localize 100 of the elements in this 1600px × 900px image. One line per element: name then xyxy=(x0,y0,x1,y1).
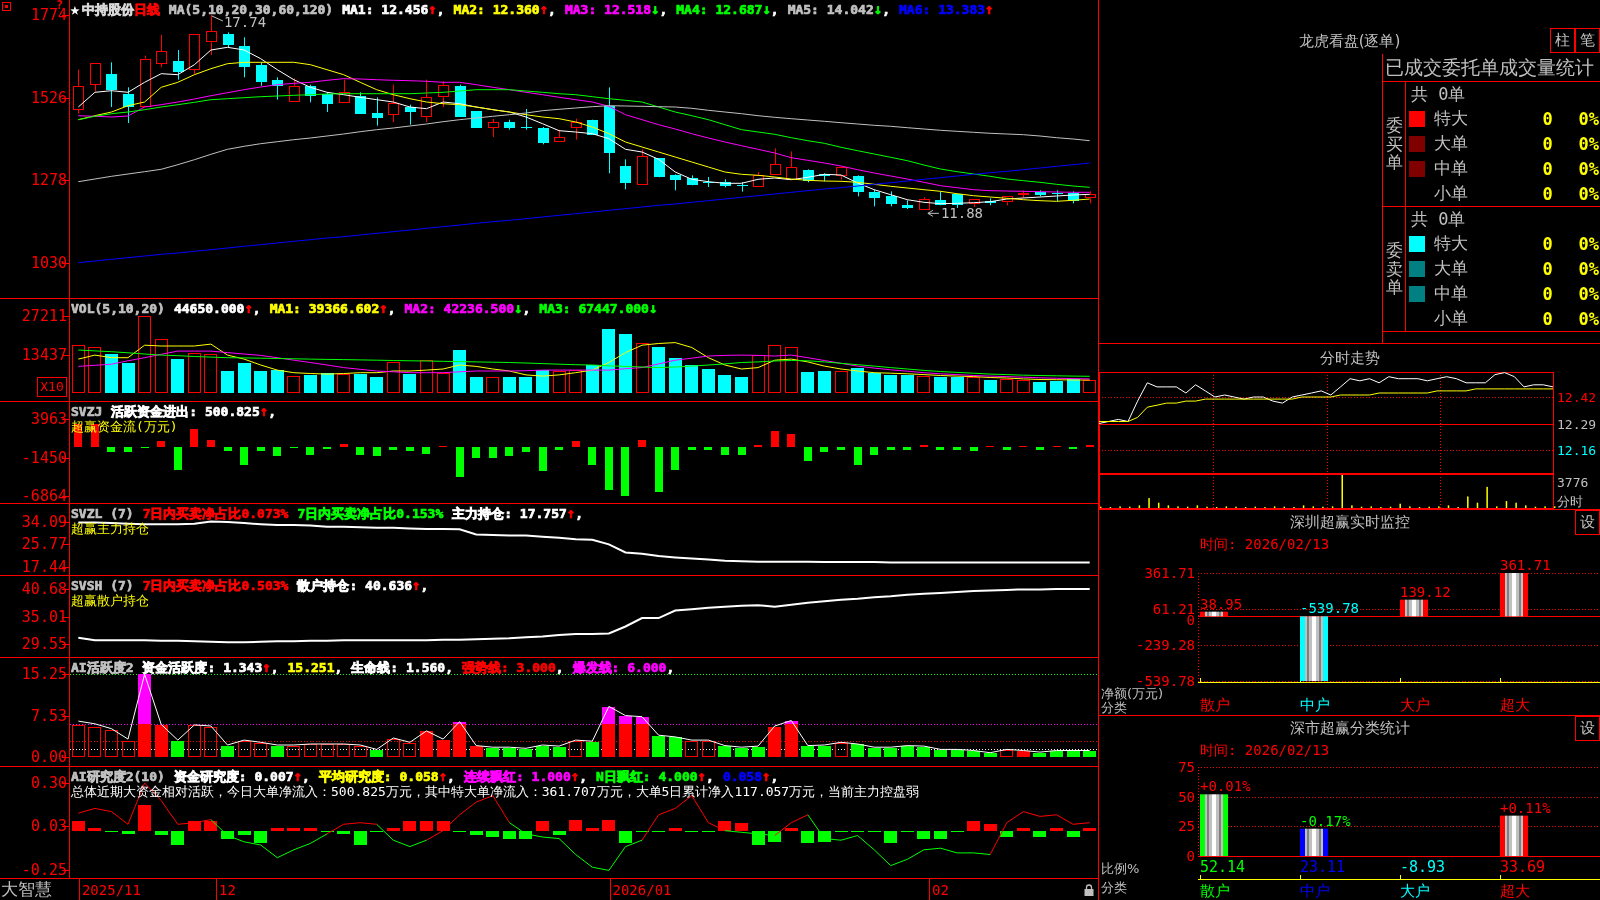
separator-mark: , xyxy=(555,660,564,675)
trend-arrow: ↑ xyxy=(379,301,388,316)
separator-mark: , xyxy=(579,769,587,784)
y-axis-label: -239.28 xyxy=(1136,637,1195,653)
y-axis-label: 40.68 xyxy=(21,579,67,598)
candlestick xyxy=(687,174,698,186)
date-axis-label: 12 xyxy=(219,882,236,898)
ratio-value: 52.14 xyxy=(1200,858,1246,876)
separator-mark: , xyxy=(302,769,310,784)
y-axis-label: 7.53 xyxy=(30,707,67,726)
settings-button[interactable]: 设 xyxy=(1575,716,1600,741)
view-toggle-button[interactable]: 柱 xyxy=(1550,28,1575,53)
category-label: 大户 xyxy=(1400,882,1430,900)
order-share: 0% xyxy=(1577,233,1600,254)
separator-mark: , xyxy=(420,578,429,593)
order-size-label: 特大 xyxy=(1434,107,1469,130)
candlestick xyxy=(554,129,565,143)
candlestick xyxy=(985,197,996,206)
axis-title: 分类 xyxy=(1101,880,1127,895)
separator-mark: , xyxy=(575,506,584,521)
axis-title: 分类 xyxy=(1101,700,1127,715)
indicator-value: 7日内买卖净占比0.503% xyxy=(142,578,289,593)
y-axis-label: 0.03 xyxy=(30,816,67,835)
separator-mark: , xyxy=(447,769,455,784)
candlestick xyxy=(720,178,731,188)
order-size-label: 中单 xyxy=(1434,157,1469,180)
price-axis-label: 12.16 xyxy=(1557,443,1597,458)
indicator-value: 连续飘红: 1.000 xyxy=(463,769,571,784)
trend-arrow: ↑ xyxy=(412,578,421,593)
order-size-label: 小单 xyxy=(1434,182,1469,205)
panel-title: 深圳超赢实时监控 xyxy=(1289,513,1410,532)
candlestick xyxy=(471,110,482,129)
order-count: 0 xyxy=(1541,283,1554,304)
trend-arrow: ↑ xyxy=(570,769,580,784)
indicator-subtitle: 超赢主力持仓 xyxy=(71,521,150,536)
candlestick xyxy=(140,55,151,108)
category-label: 中户 xyxy=(1300,882,1330,900)
candlestick xyxy=(339,79,350,104)
order-size-label: 大单 xyxy=(1434,132,1469,155)
date-axis-label: 2025/11 xyxy=(81,882,141,898)
y-axis-label: 25 xyxy=(1178,818,1195,835)
candlestick xyxy=(803,168,814,183)
price-axis-label: 12.42 xyxy=(1557,390,1597,406)
candlestick xyxy=(272,76,283,101)
candlestick xyxy=(969,198,980,208)
separator-mark: , xyxy=(387,301,396,316)
indicator-value: MA1: 39366.602 xyxy=(269,301,380,316)
trend-arrow: ↑ xyxy=(262,660,271,675)
y-axis-label: 75 xyxy=(1178,759,1195,775)
indicator-value: MA3: 67447.000 xyxy=(539,301,649,316)
price-axis-label: 12.29 xyxy=(1557,416,1597,432)
candlestick xyxy=(438,80,449,108)
trend-arrow: ↑ xyxy=(566,506,576,521)
indicator-value: 活跃资金进出: 500.825 xyxy=(111,404,260,419)
y-axis-label: 29.55 xyxy=(21,634,67,653)
y-axis-label: 15.25 xyxy=(21,665,67,683)
peak-volume-label: 3776 xyxy=(1557,475,1589,490)
candlestick xyxy=(206,14,217,56)
candlestick xyxy=(1018,189,1029,199)
separator-mark: , xyxy=(436,2,445,17)
candlestick xyxy=(289,77,300,103)
order-share: 0% xyxy=(1577,158,1600,179)
settings-button[interactable]: 设 xyxy=(1575,510,1600,535)
ratio-value: 23.11 xyxy=(1300,858,1346,876)
candlestick xyxy=(156,34,167,68)
category-label: 大户 xyxy=(1400,696,1430,714)
indicator-value: 7日内买卖净占比0.153% xyxy=(297,506,444,521)
candlestick xyxy=(836,166,847,181)
candlestick xyxy=(355,91,366,115)
value-label: 38.95 xyxy=(1200,595,1243,612)
candlestick xyxy=(620,158,631,190)
candlestick xyxy=(919,196,930,211)
indicator-name: SVZL (7) xyxy=(71,506,134,521)
indicator-value: MA4: 12.687 xyxy=(676,2,763,17)
view-toggle-button[interactable]: 笔 xyxy=(1575,28,1600,53)
candlestick xyxy=(1035,189,1046,197)
indicator-subtitle: 超赢散户持仓 xyxy=(71,593,150,608)
lock-icon[interactable] xyxy=(1084,884,1094,896)
change-label: -0.17% xyxy=(1300,812,1351,829)
separator-mark: , xyxy=(548,2,556,17)
category-label: 超大 xyxy=(1500,882,1530,900)
candlestick xyxy=(488,118,499,138)
candlestick xyxy=(770,147,781,176)
order-share: 0% xyxy=(1577,283,1600,304)
y-axis-label: 35.01 xyxy=(21,607,67,626)
date-axis-label: 02 xyxy=(932,882,949,898)
y-axis-label: 25.77 xyxy=(21,535,67,554)
y-axis-label: 0.00 xyxy=(30,748,67,766)
trend-arrow: ↑ xyxy=(539,2,549,17)
order-count: 0 xyxy=(1541,133,1554,154)
group-label: 委买单 xyxy=(1385,115,1403,173)
high-price-label: 17.74 xyxy=(223,14,267,30)
axis-title: 净额(万元) xyxy=(1101,686,1164,701)
candlestick xyxy=(1068,190,1079,204)
candlestick xyxy=(73,69,84,115)
y-axis-label: 17.44 xyxy=(21,558,67,576)
candlestick xyxy=(372,96,383,127)
separator-mark: , xyxy=(882,2,890,17)
separator-mark: , xyxy=(445,660,453,675)
candlestick xyxy=(90,62,101,92)
